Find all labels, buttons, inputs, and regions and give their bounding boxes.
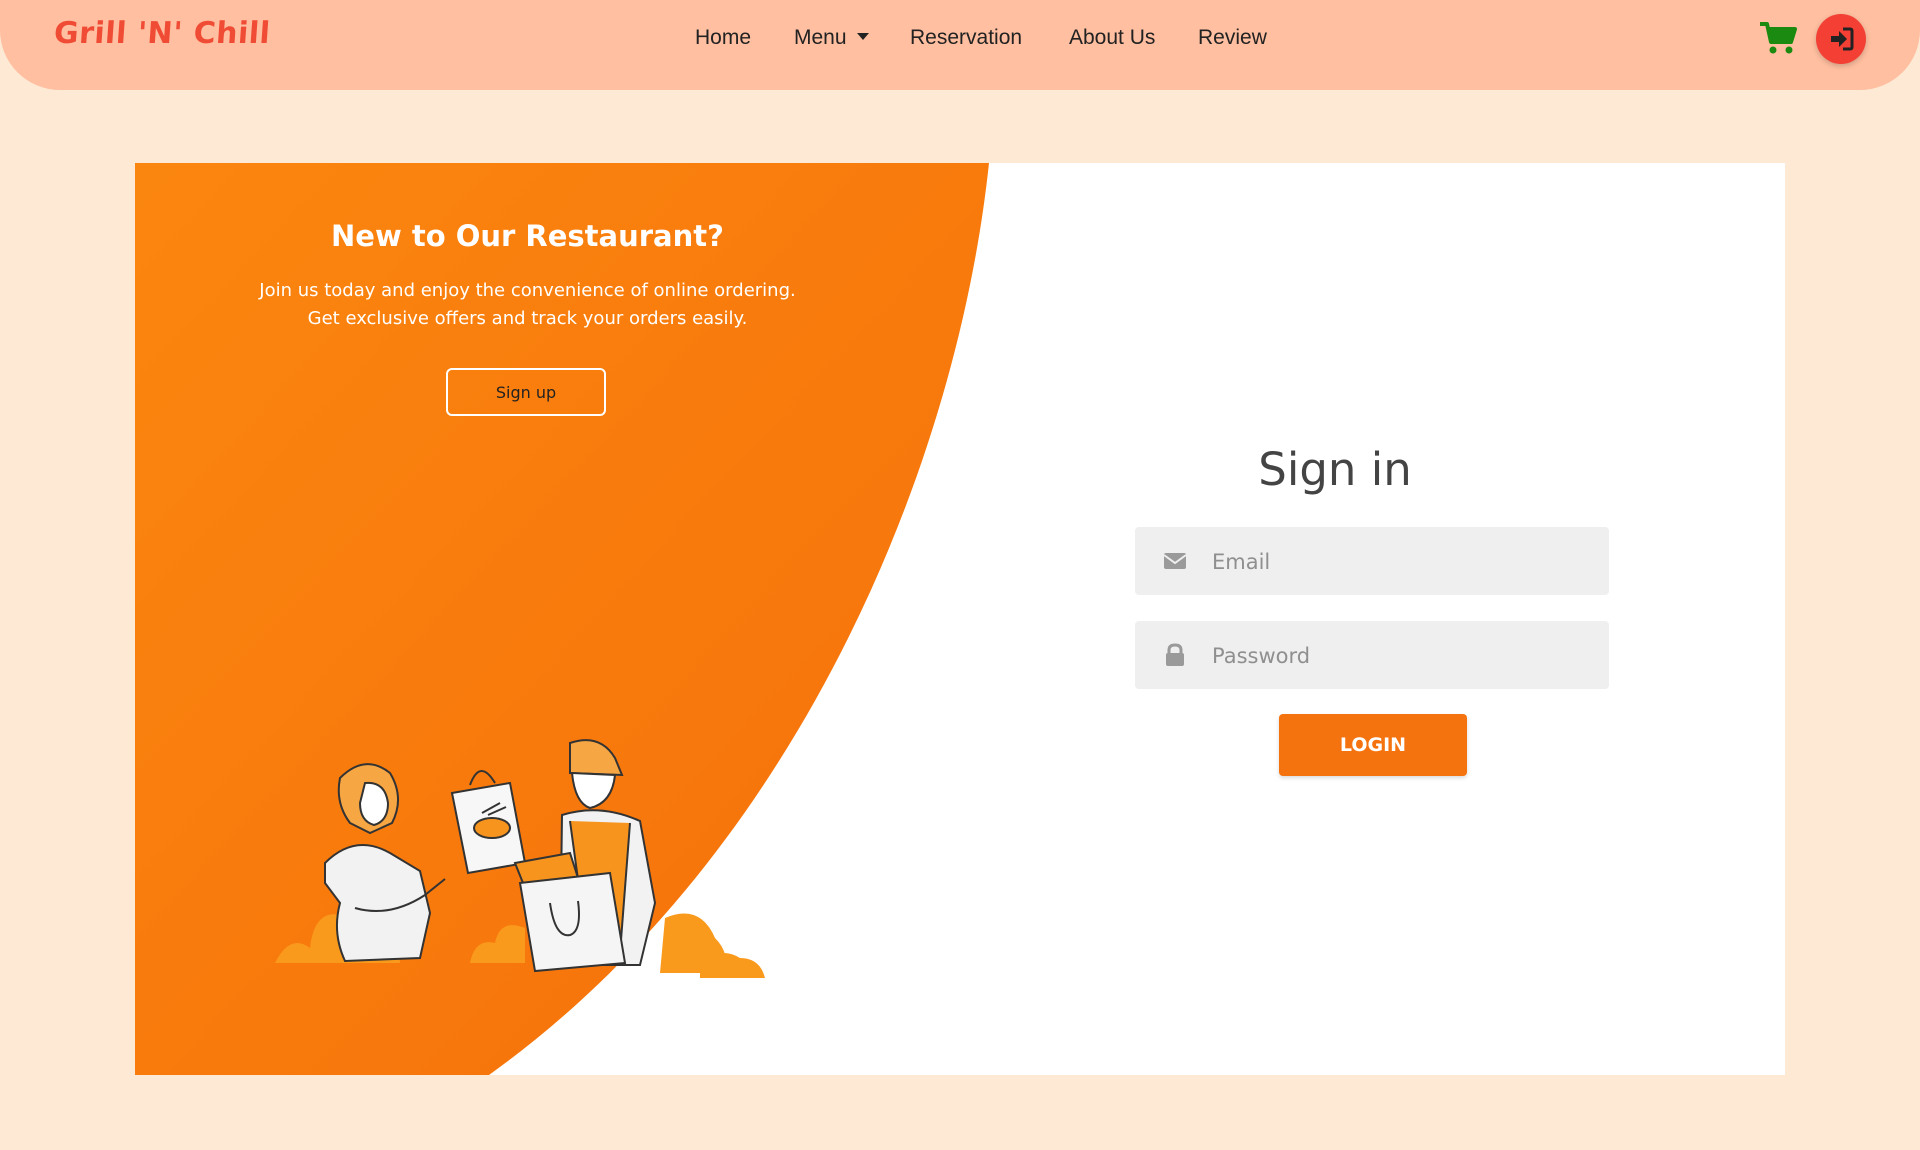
nav-menu-dropdown[interactable]: Menu — [794, 26, 869, 50]
sign-in-title: Sign in — [1258, 443, 1412, 496]
promo-title: New to Our Restaurant? — [331, 219, 724, 253]
navbar: Grill 'N' Chill Home Menu Reservation Ab… — [0, 0, 1920, 90]
nav-about-us[interactable]: About Us — [1069, 26, 1155, 50]
caret-down-icon — [856, 32, 869, 40]
promo-text-line-1: Join us today and enjoy the convenience … — [259, 280, 796, 301]
email-field — [1135, 527, 1609, 597]
login-button[interactable]: LOGIN — [1279, 714, 1467, 776]
email-input[interactable] — [1210, 527, 1594, 597]
sign-in-button[interactable] — [1816, 14, 1866, 64]
nav-review[interactable]: Review — [1198, 26, 1267, 50]
nav-links: Home Menu Reservation About Us Review — [0, 0, 1920, 78]
delivery-illustration — [275, 739, 765, 978]
nav-reservation[interactable]: Reservation — [910, 26, 1022, 50]
nav-menu-label: Menu — [794, 26, 847, 49]
auth-card: New to Our Restaurant? Join us today and… — [135, 163, 1785, 1075]
envelope-icon — [1163, 553, 1187, 569]
promo-text-line-2: Get exclusive offers and track your orde… — [307, 308, 748, 329]
sign-up-button[interactable]: Sign up — [446, 368, 606, 416]
cart-icon[interactable] — [1758, 18, 1798, 58]
password-field — [1135, 621, 1609, 691]
nav-home[interactable]: Home — [695, 26, 751, 50]
password-input[interactable] — [1210, 621, 1594, 691]
sign-in-icon — [1831, 27, 1854, 51]
promo-text: Join us today and enjoy the convenience … — [135, 277, 920, 333]
lock-icon — [1166, 643, 1184, 666]
